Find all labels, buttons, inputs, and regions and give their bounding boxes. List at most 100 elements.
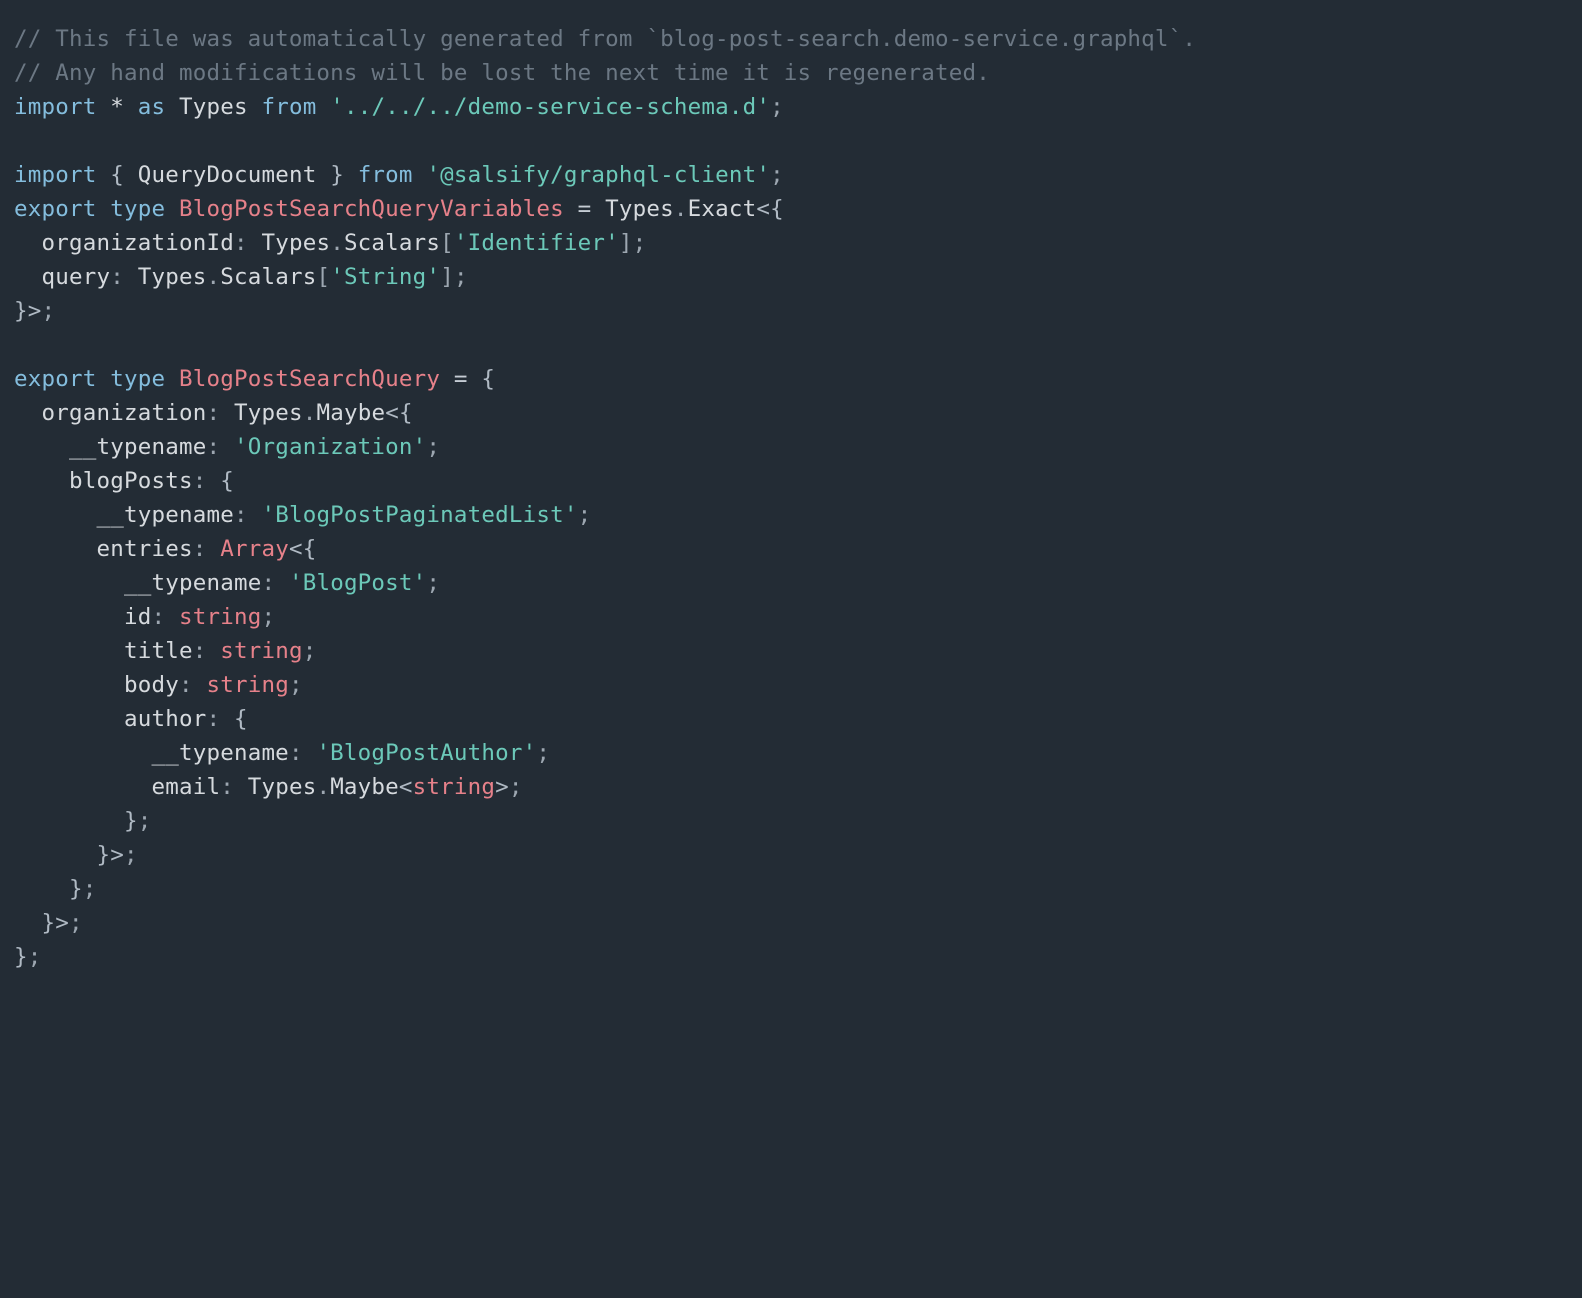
colon-7: : bbox=[193, 536, 207, 562]
kw-as: as bbox=[138, 94, 166, 120]
ident-types-3: Types bbox=[261, 230, 330, 256]
ident-types-6: Types bbox=[248, 774, 317, 800]
lt-3: < bbox=[289, 536, 303, 562]
rbrace-4: } bbox=[96, 842, 110, 868]
rbrace-5: } bbox=[69, 876, 83, 902]
string-identifier: 'Identifier' bbox=[454, 230, 619, 256]
field-body: body bbox=[124, 672, 179, 698]
field-query: query bbox=[42, 264, 111, 290]
colon-14: : bbox=[220, 774, 234, 800]
semi-2: ; bbox=[770, 162, 784, 188]
semi-15: ; bbox=[124, 842, 138, 868]
semi-14: ; bbox=[138, 808, 152, 834]
kw-export-1: export bbox=[14, 196, 96, 222]
ident-types-1: Types bbox=[179, 94, 248, 120]
kw-export-2: export bbox=[14, 366, 96, 392]
lbrace-7: { bbox=[234, 706, 248, 732]
kw-type-1: type bbox=[110, 196, 165, 222]
string-client-path: '@salsify/graphql-client' bbox=[426, 162, 770, 188]
comment-line-2: // Any hand modifications will be lost t… bbox=[14, 60, 990, 86]
dot-4: . bbox=[303, 400, 317, 426]
semi-8: ; bbox=[426, 570, 440, 596]
field-typename-3: __typename bbox=[124, 570, 261, 596]
string-blogpost: 'BlogPost' bbox=[289, 570, 426, 596]
colon-8: : bbox=[261, 570, 275, 596]
type-vars: BlogPostSearchQueryVariables bbox=[179, 196, 564, 222]
dot-5: . bbox=[316, 774, 330, 800]
colon-9: : bbox=[151, 604, 165, 630]
colon-3: : bbox=[206, 400, 220, 426]
comment-line-1: // This file was automatically generated… bbox=[14, 26, 1196, 52]
rbracket-1: ] bbox=[619, 230, 633, 256]
colon-2: : bbox=[110, 264, 124, 290]
lbrace-2: { bbox=[770, 196, 784, 222]
lbrace-5: { bbox=[220, 468, 234, 494]
colon-13: : bbox=[289, 740, 303, 766]
star: * bbox=[110, 94, 124, 120]
colon-1: : bbox=[234, 230, 248, 256]
semi-10: ; bbox=[303, 638, 317, 664]
lt-2: < bbox=[385, 400, 399, 426]
string-string: 'String' bbox=[330, 264, 440, 290]
type-string-1: string bbox=[179, 604, 261, 630]
kw-type-2: type bbox=[110, 366, 165, 392]
string-author: 'BlogPostAuthor' bbox=[316, 740, 536, 766]
rbrace-1: } bbox=[330, 162, 344, 188]
semi-6: ; bbox=[426, 434, 440, 460]
semi-4: ; bbox=[454, 264, 468, 290]
lbrace-3: { bbox=[481, 366, 495, 392]
gt-2: > bbox=[495, 774, 509, 800]
kw-import-1: import bbox=[14, 94, 96, 120]
colon-5: : bbox=[193, 468, 207, 494]
lbracket-2: [ bbox=[316, 264, 330, 290]
dot-1: . bbox=[674, 196, 688, 222]
kw-from-1: from bbox=[261, 94, 316, 120]
semi-11: ; bbox=[289, 672, 303, 698]
string-paginated: 'BlogPostPaginatedList' bbox=[261, 502, 577, 528]
ident-types-4: Types bbox=[138, 264, 207, 290]
semi-17: ; bbox=[69, 910, 83, 936]
lt-4: < bbox=[399, 774, 413, 800]
lbrace-1: { bbox=[110, 162, 124, 188]
string-schema-path: '../../../demo-service-schema.d' bbox=[330, 94, 770, 120]
semi-12: ; bbox=[536, 740, 550, 766]
field-typename-4: __typename bbox=[151, 740, 288, 766]
eq-2: = bbox=[454, 366, 468, 392]
string-org: 'Organization' bbox=[234, 434, 426, 460]
semi-9: ; bbox=[261, 604, 275, 630]
eq-1: = bbox=[578, 196, 592, 222]
semi-16: ; bbox=[83, 876, 97, 902]
type-string-4: string bbox=[413, 774, 495, 800]
field-author: author bbox=[124, 706, 206, 732]
kw-from-2: from bbox=[358, 162, 413, 188]
code-block: // This file was automatically generated… bbox=[0, 0, 1582, 996]
ident-querydocument: QueryDocument bbox=[138, 162, 317, 188]
field-orgid: organizationId bbox=[42, 230, 234, 256]
rbrace-3: } bbox=[124, 808, 138, 834]
semi-13: ; bbox=[509, 774, 523, 800]
semi-3: ; bbox=[633, 230, 647, 256]
gt-4: > bbox=[55, 910, 69, 936]
field-blogposts: blogPosts bbox=[69, 468, 193, 494]
ident-types-5: Types bbox=[234, 400, 303, 426]
colon-6: : bbox=[234, 502, 248, 528]
lbrace-6: { bbox=[303, 536, 317, 562]
ident-exact: Exact bbox=[688, 196, 757, 222]
ident-maybe-2: Maybe bbox=[330, 774, 399, 800]
field-typename-1: __typename bbox=[69, 434, 206, 460]
ident-types-2: Types bbox=[605, 196, 674, 222]
colon-12: : bbox=[206, 706, 220, 732]
ident-scalars-2: Scalars bbox=[220, 264, 316, 290]
field-email: email bbox=[151, 774, 220, 800]
field-title: title bbox=[124, 638, 193, 664]
dot-2: . bbox=[330, 230, 344, 256]
field-entries: entries bbox=[96, 536, 192, 562]
lbracket-1: [ bbox=[440, 230, 454, 256]
rbrace-7: } bbox=[14, 944, 28, 970]
rbrace-2: } bbox=[14, 298, 28, 324]
field-typename-2: __typename bbox=[96, 502, 233, 528]
lt-1: < bbox=[756, 196, 770, 222]
type-array: Array bbox=[220, 536, 289, 562]
gt-1: > bbox=[28, 298, 42, 324]
ident-scalars-1: Scalars bbox=[344, 230, 440, 256]
